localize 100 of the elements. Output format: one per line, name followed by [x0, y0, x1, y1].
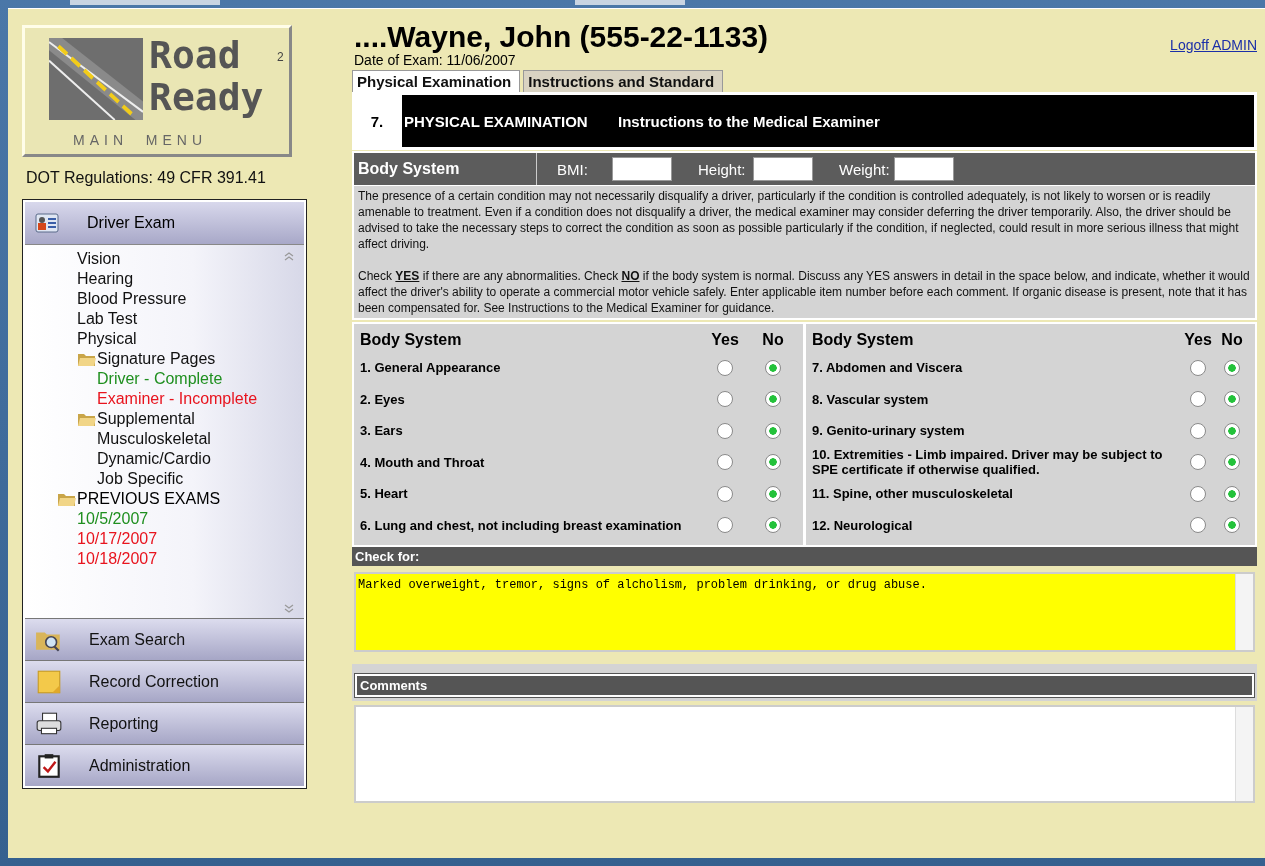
body-system-label: 6. Lung and chest, not including breast examination — [360, 517, 683, 533]
tree-item[interactable]: Hearing — [25, 269, 304, 289]
logo-text: Road — [149, 34, 241, 76]
radio-button[interactable] — [717, 517, 733, 534]
body-system-label: 12. Neurological — [812, 517, 914, 533]
radio-button[interactable] — [717, 454, 733, 471]
radio-button[interactable] — [717, 391, 733, 408]
nav-button[interactable]: Administration — [25, 744, 304, 786]
body-system-label: 7. Abdomen and Viscera — [812, 360, 964, 376]
section-header: Comments — [355, 674, 1254, 697]
printer-icon — [35, 711, 63, 736]
nav-header[interactable]: Driver Exam — [25, 202, 304, 245]
field-label: Height: — [698, 160, 747, 178]
body-system-label: 1. General Appearance — [360, 360, 502, 376]
body-system-label: 8. Vascular system — [812, 391, 930, 407]
tree-item[interactable]: Physical — [25, 329, 304, 349]
radio-button[interactable] — [1190, 485, 1206, 502]
tree-item[interactable]: Driver - Complete — [25, 369, 304, 389]
column-heading: No — [761, 331, 785, 349]
radio-button[interactable] — [1224, 359, 1240, 376]
scrollbar[interactable] — [1235, 574, 1253, 650]
column-heading: No — [1220, 331, 1244, 349]
field-label: BMI: — [557, 160, 589, 178]
tree-item[interactable]: Lab Test — [25, 309, 304, 329]
tree-item[interactable]: Blood Pressure — [25, 289, 304, 309]
input-field[interactable] — [894, 157, 954, 181]
body-system-label: 2. Eyes — [360, 391, 406, 407]
note-icon — [35, 669, 63, 694]
logo[interactable]: Road Ready 2 MAIN MENU — [22, 25, 292, 157]
radio-button[interactable] — [717, 422, 733, 439]
tree-folder[interactable]: PREVIOUS EXAMS — [25, 489, 304, 509]
radio-button[interactable] — [1190, 359, 1206, 376]
tree-item[interactable]: Dynamic/Cardio — [25, 449, 304, 469]
radio-button[interactable] — [1190, 391, 1206, 408]
nav-button[interactable]: Record Correction — [25, 660, 304, 702]
column-heading: Yes — [1183, 331, 1213, 349]
radio-button[interactable] — [765, 391, 781, 408]
tree-item[interactable]: 10/5/2007 — [25, 509, 304, 529]
body-system-label: 5. Heart — [360, 486, 409, 502]
radio-button[interactable] — [765, 454, 781, 471]
radio-button[interactable] — [1224, 422, 1240, 439]
nav-button[interactable]: Reporting — [25, 702, 304, 744]
radio-button[interactable] — [1190, 422, 1206, 439]
tree-item[interactable]: 10/17/2007 — [25, 529, 304, 549]
folder-icon — [77, 411, 97, 427]
section-title: PHYSICAL EXAMINATION — [404, 112, 589, 130]
logoff-link[interactable]: Logoff ADMIN — [1170, 37, 1257, 53]
clipboard-check-icon — [35, 753, 63, 778]
check-for-text-area[interactable]: Marked overweight, tremor, signs of alcholism, problem drinking, or drug abuse. — [354, 572, 1255, 652]
tree-item[interactable]: Vision — [25, 249, 304, 269]
radio-button[interactable] — [765, 359, 781, 376]
tree-item[interactable]: Examiner - Incomplete — [25, 389, 304, 409]
radio-button[interactable] — [1224, 454, 1240, 471]
radio-button[interactable] — [1224, 391, 1240, 408]
patient-name: ....Wayne, John (555-22-1133) — [354, 21, 769, 53]
tab[interactable]: Physical Examination — [352, 70, 521, 92]
section-header: Check for: — [352, 547, 1257, 566]
nav-button[interactable]: Exam Search — [25, 618, 304, 660]
column-heading: Yes — [710, 331, 740, 349]
tree-item[interactable]: Musculoskeletal — [25, 429, 304, 449]
radio-button[interactable] — [765, 485, 781, 502]
radio-button[interactable] — [1224, 485, 1240, 502]
instruction-paragraph: Check YES if there are any abnormalities. Check NO if the body system is normal. Discuss any YES answers in detail in the space below, and indicate, whether it would affect the driver's ability to operate a commercial motor vehicle safely. Enter applicable item number before each comment. If organic disease is present, note that it has been compensated for. See Instructions to the Medical Examiner for guidance. — [358, 268, 1251, 316]
exam-date: Date of Exam: 11/06/2007 — [354, 53, 517, 67]
column-heading: Body System — [812, 331, 915, 349]
section-subtitle: Instructions to the Medical Examiner — [618, 112, 880, 130]
tree-folder[interactable]: Supplemental — [25, 409, 304, 429]
logo-superscript: 2 — [277, 50, 284, 64]
scroll-up-icon[interactable] — [284, 251, 294, 261]
nav-header-label: Driver Exam — [87, 214, 175, 232]
body-system-label: 11. Spine, other musculoskeletal — [812, 486, 1014, 502]
section-number: 7. — [352, 95, 402, 147]
input-field[interactable] — [753, 157, 813, 181]
body-system-label: 4. Mouth and Throat — [360, 454, 486, 470]
scroll-down-icon[interactable] — [284, 604, 294, 614]
body-system-label: 3. Ears — [360, 423, 404, 439]
radio-button[interactable] — [765, 422, 781, 439]
folder-icon — [77, 351, 97, 367]
tree-item[interactable]: 10/18/2007 — [25, 549, 304, 569]
radio-button[interactable] — [1224, 517, 1240, 534]
radio-button[interactable] — [717, 485, 733, 502]
body-system-label: 10. Extremities - Limb impaired. Driver may be subject to SPE certificate if otherwise qualified. — [812, 447, 1164, 478]
radio-button[interactable] — [1190, 454, 1206, 471]
id-card-icon — [35, 213, 59, 233]
body-system-label: 9. Genito-urinary system — [812, 423, 966, 439]
tab[interactable]: Instructions and Standard — [523, 70, 724, 92]
tree-item[interactable]: Job Specific — [25, 469, 304, 489]
radio-button[interactable] — [717, 359, 733, 376]
radio-button[interactable] — [1190, 517, 1206, 534]
folder-icon — [57, 491, 77, 507]
logo-caption: MAIN MENU — [73, 132, 207, 148]
radio-button[interactable] — [765, 517, 781, 534]
measurement-heading: Body System — [354, 153, 537, 185]
scrollbar[interactable] — [1235, 707, 1253, 801]
regulation-text: DOT Regulations: 49 CFR 391.41 — [26, 169, 267, 187]
instruction-paragraph: The presence of a certain condition may not necessarily disqualify a driver, particularly if the condition is controlled adequately, is not likely to worsen or is readily amenable to treatment. Even if a condition does not disqualify a driver, the medical examiner may consider deferring the driver temporarily. Also, the driver should be advised to take the necessary steps to correct the condition as soon as possible particularly if the condition, if neglected, could result in more serious illness that might affect driving. — [358, 188, 1240, 252]
input-field[interactable] — [612, 157, 672, 181]
tree-folder[interactable]: Signature Pages — [25, 349, 304, 369]
column-heading: Body System — [360, 331, 463, 349]
logo-text: Ready — [149, 76, 264, 118]
